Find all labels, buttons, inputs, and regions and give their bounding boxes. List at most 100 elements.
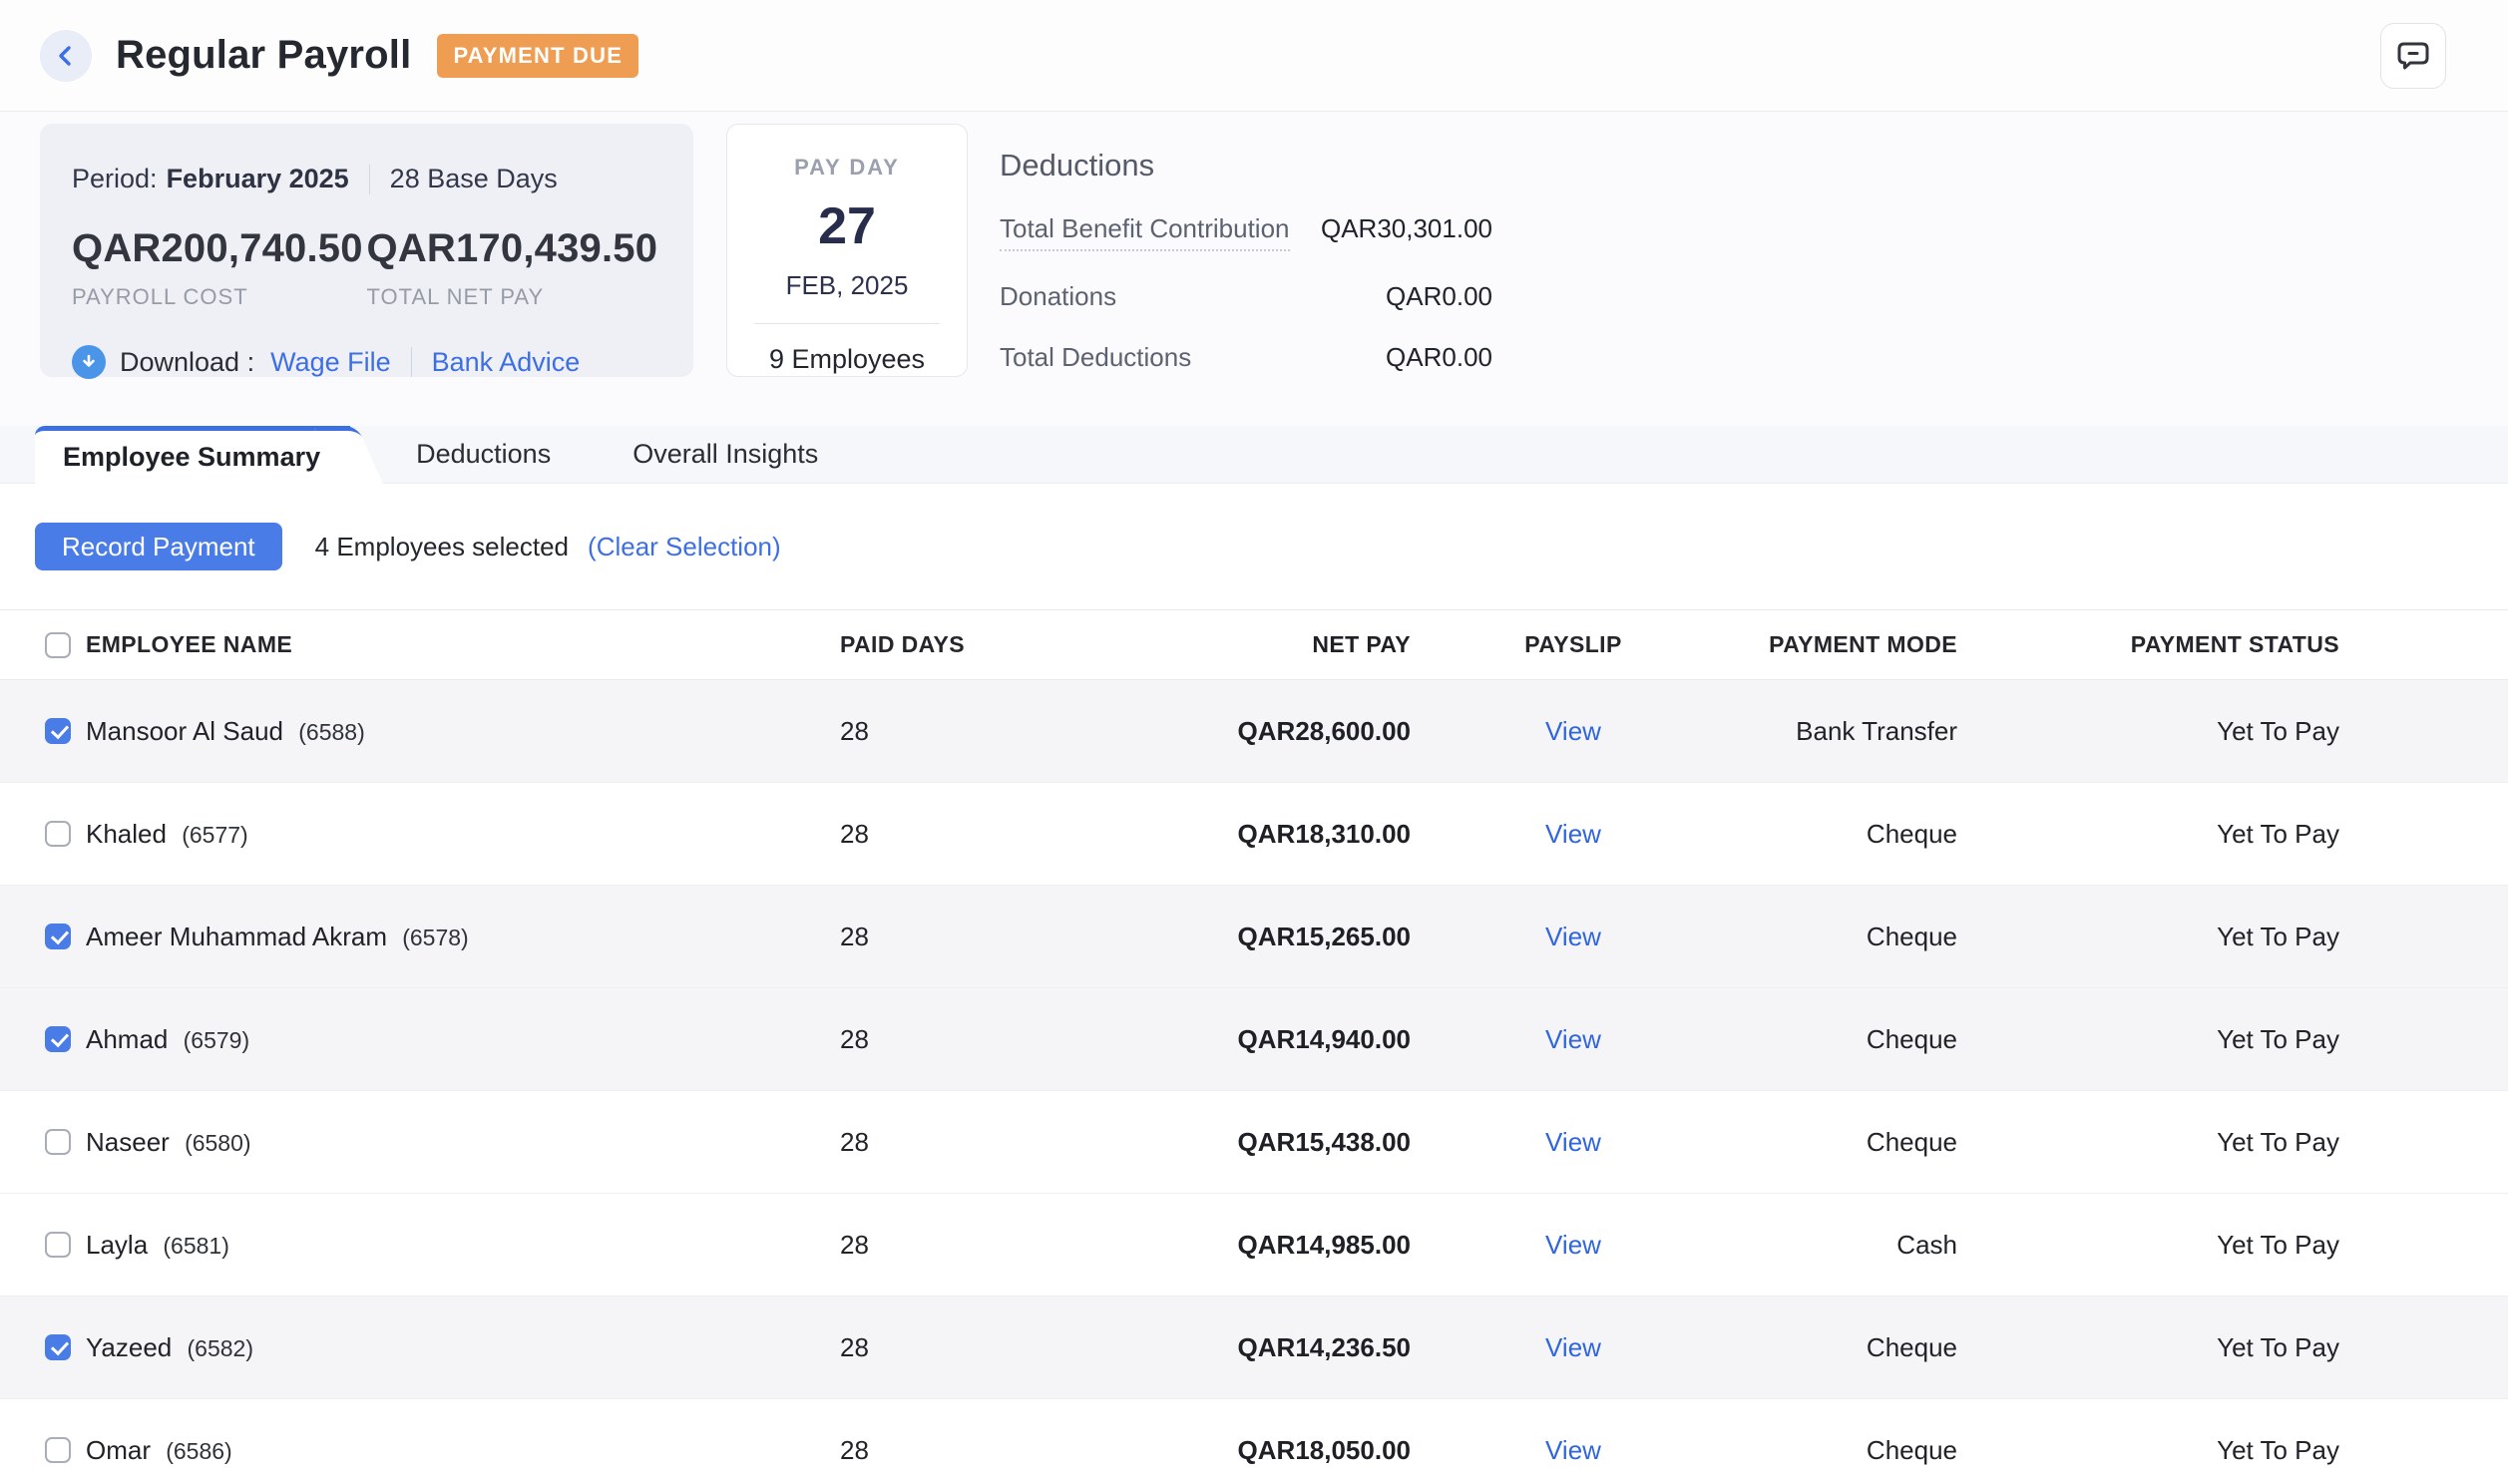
payment-status-cell: Yet To Pay	[1957, 716, 2339, 747]
employee-name: Khaled	[86, 819, 167, 849]
deduction-row: Donations QAR0.00	[1000, 281, 1492, 312]
deduction-row: Total Deductions QAR0.00	[1000, 342, 1492, 373]
deductions-panel: Deductions Total Benefit Contribution QA…	[1000, 124, 1492, 373]
payment-mode-cell: Cheque	[1736, 922, 1957, 952]
payday-employee-count: 9 Employees	[727, 344, 967, 375]
row-checkbox[interactable]	[45, 718, 71, 744]
payment-status-cell: Yet To Pay	[1957, 819, 2339, 850]
back-button[interactable]	[40, 30, 92, 82]
payday-day: 27	[727, 196, 967, 256]
paid-days-cell: 28	[840, 1332, 1139, 1363]
employee-name-cell: Yazeed (6582)	[86, 1332, 840, 1363]
selection-count-text: 4 Employees selected	[315, 532, 569, 562]
employee-name-cell: Layla (6581)	[86, 1230, 840, 1261]
total-benefit-contribution-label[interactable]: Total Benefit Contribution	[1000, 213, 1290, 251]
employee-name-cell: Ameer Muhammad Akram (6578)	[86, 922, 840, 952]
view-payslip-link[interactable]: View	[1545, 1435, 1601, 1465]
period-value: February 2025	[167, 164, 349, 194]
net-pay-cell: QAR15,265.00	[1139, 922, 1411, 952]
download-row: Download : Wage File Bank Advice	[72, 345, 661, 379]
clear-selection-link[interactable]: (Clear Selection)	[588, 532, 781, 562]
total-net-pay-block: QAR170,439.50 TOTAL NET PAY	[367, 226, 662, 310]
employee-name: Ameer Muhammad Akram	[86, 922, 387, 951]
col-payment-status: PAYMENT STATUS	[1957, 631, 2339, 658]
payment-mode-cell: Cheque	[1736, 1127, 1957, 1158]
col-employee-name: EMPLOYEE NAME	[86, 631, 840, 658]
base-days: 28 Base Days	[390, 164, 558, 194]
payment-mode-cell: Cheque	[1736, 1435, 1957, 1466]
table-header: EMPLOYEE NAME PAID DAYS NET PAY PAYSLIP …	[0, 609, 2508, 680]
view-payslip-link[interactable]: View	[1545, 1332, 1601, 1362]
divider	[411, 347, 412, 377]
bank-advice-link[interactable]: Bank Advice	[432, 347, 581, 378]
employee-name: Ahmad	[86, 1024, 168, 1054]
row-checkbox[interactable]	[45, 1437, 71, 1463]
table-row: Layla (6581) 28 QAR14,985.00 View Cash Y…	[0, 1194, 2508, 1297]
view-payslip-link[interactable]: View	[1545, 1230, 1601, 1260]
employee-summary-panel: Record Payment 4 Employees selected (Cle…	[0, 484, 2508, 1484]
donations-label: Donations	[1000, 281, 1116, 312]
net-pay-cell: QAR14,985.00	[1139, 1230, 1411, 1261]
chat-button[interactable]	[2380, 23, 2446, 89]
table-body: Mansoor Al Saud (6588) 28 QAR28,600.00 V…	[0, 680, 2508, 1484]
view-payslip-link[interactable]: View	[1545, 922, 1601, 951]
employee-id: (6579)	[184, 1027, 249, 1053]
employee-name-cell: Mansoor Al Saud (6588)	[86, 716, 840, 747]
net-pay-cell: QAR15,438.00	[1139, 1127, 1411, 1158]
tab-employee-summary[interactable]: Employee Summary	[35, 426, 350, 484]
employee-id: (6586)	[166, 1438, 231, 1464]
payment-mode-cell: Bank Transfer	[1736, 716, 1957, 747]
employee-name: Mansoor Al Saud	[86, 716, 283, 746]
view-payslip-link[interactable]: View	[1545, 716, 1601, 746]
employee-name-cell: Naseer (6580)	[86, 1127, 840, 1158]
net-pay-cell: QAR14,236.50	[1139, 1332, 1411, 1363]
donations-value: QAR0.00	[1386, 281, 1492, 312]
actions-row: Record Payment 4 Employees selected (Cle…	[0, 484, 2508, 609]
paid-days-cell: 28	[840, 1127, 1139, 1158]
paid-days-cell: 28	[840, 922, 1139, 952]
table-row: Ahmad (6579) 28 QAR14,940.00 View Cheque…	[0, 988, 2508, 1091]
payday-label: PAY DAY	[727, 155, 967, 181]
row-checkbox[interactable]	[45, 1232, 71, 1258]
payroll-cost-block: QAR200,740.50 PAYROLL COST	[72, 226, 367, 310]
deductions-title: Deductions	[1000, 148, 1492, 184]
row-checkbox[interactable]	[45, 1129, 71, 1155]
wage-file-link[interactable]: Wage File	[270, 347, 391, 378]
payment-mode-cell: Cheque	[1736, 1332, 1957, 1363]
col-net-pay: NET PAY	[1139, 631, 1411, 658]
status-badge: PAYMENT DUE	[437, 34, 638, 78]
view-payslip-link[interactable]: View	[1545, 1024, 1601, 1054]
employee-id: (6578)	[402, 925, 468, 950]
employee-id: (6581)	[163, 1233, 228, 1259]
topbar: Regular Payroll PAYMENT DUE	[0, 0, 2508, 112]
row-checkbox[interactable]	[45, 1334, 71, 1360]
tab-deductions[interactable]: Deductions	[382, 426, 585, 483]
table-row: Khaled (6577) 28 QAR18,310.00 View Chequ…	[0, 783, 2508, 886]
tab-overall-insights[interactable]: Overall Insights	[599, 426, 852, 483]
tabbar: Employee Summary Deductions Overall Insi…	[0, 426, 2508, 484]
payment-status-cell: Yet To Pay	[1957, 1127, 2339, 1158]
row-checkbox[interactable]	[45, 924, 71, 949]
chevron-left-icon	[55, 45, 77, 67]
record-payment-button[interactable]: Record Payment	[35, 523, 282, 570]
paid-days-cell: 28	[840, 1230, 1139, 1261]
payroll-cost-label: PAYROLL COST	[72, 284, 367, 310]
deduction-row: Total Benefit Contribution QAR30,301.00	[1000, 213, 1492, 251]
payment-status-cell: Yet To Pay	[1957, 1332, 2339, 1363]
table-row: Naseer (6580) 28 QAR15,438.00 View Chequ…	[0, 1091, 2508, 1194]
table-row: Ameer Muhammad Akram (6578) 28 QAR15,265…	[0, 886, 2508, 988]
view-payslip-link[interactable]: View	[1545, 1127, 1601, 1157]
total-net-pay-value: QAR170,439.50	[367, 226, 662, 271]
table-row: Omar (6586) 28 QAR18,050.00 View Cheque …	[0, 1399, 2508, 1484]
select-all-checkbox[interactable]	[45, 632, 71, 658]
row-checkbox[interactable]	[45, 821, 71, 847]
paid-days-cell: 28	[840, 1435, 1139, 1466]
net-pay-cell: QAR14,940.00	[1139, 1024, 1411, 1055]
col-payment-mode: PAYMENT MODE	[1736, 631, 1957, 658]
view-payslip-link[interactable]: View	[1545, 819, 1601, 849]
payment-mode-cell: Cheque	[1736, 1024, 1957, 1055]
payday-month-year: FEB, 2025	[727, 270, 967, 301]
row-checkbox[interactable]	[45, 1026, 71, 1052]
page-title: Regular Payroll	[116, 33, 411, 78]
summary-card: Period: February 2025 28 Base Days QAR20…	[40, 124, 693, 377]
